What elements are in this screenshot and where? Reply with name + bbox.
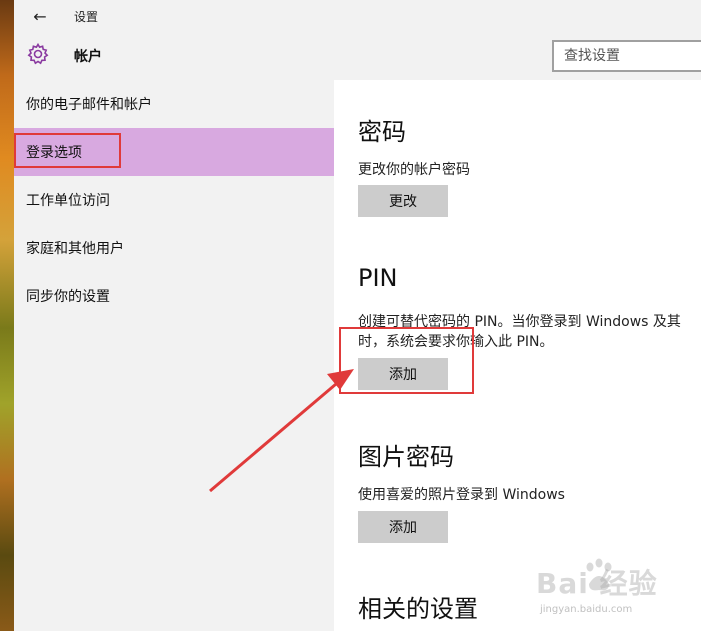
watermark-url: jingyan.baidu.com <box>540 604 633 615</box>
paw-icon <box>586 558 612 591</box>
watermark: Bai 经验 jingyan.baidu.com <box>536 556 666 626</box>
annotation-arrow <box>209 369 354 493</box>
